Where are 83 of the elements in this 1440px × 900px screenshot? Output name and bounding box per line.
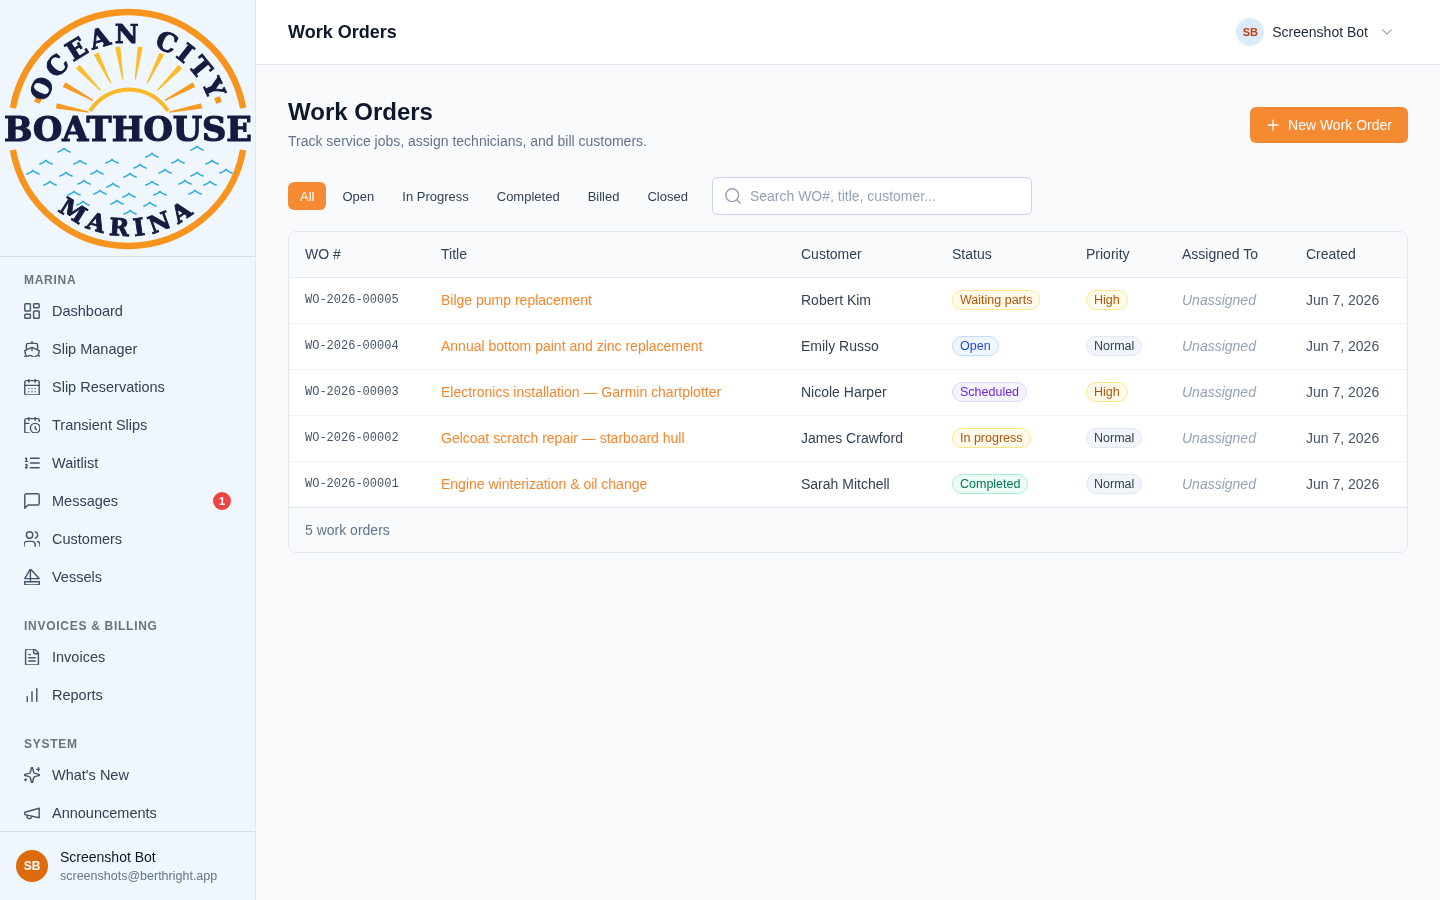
table-cell: Jun 7, 2026: [1290, 323, 1407, 369]
table-cell: Unassigned: [1166, 415, 1290, 461]
users-icon: [24, 531, 40, 547]
table-cell: WO-2026-00005: [289, 277, 425, 323]
table-cell: Nicole Harper: [785, 369, 936, 415]
user-name: Screenshot Bot: [60, 848, 157, 866]
column-header: WO #: [289, 232, 425, 277]
megaphone-icon: [24, 805, 40, 821]
table-cell: Unassigned: [1166, 277, 1290, 323]
nav-item[interactable]: Invoices: [0, 638, 255, 676]
column-header: Customer: [785, 232, 936, 277]
priority-badge: High: [1086, 290, 1128, 310]
section-heading: SYSTEM: [23, 736, 79, 753]
status-badge: Waiting parts: [952, 290, 1041, 310]
status-badge: Open: [952, 336, 999, 356]
sailboat-icon: [24, 569, 40, 585]
calendar-clock-icon: [24, 417, 40, 433]
priority-badge: Normal: [1086, 336, 1143, 356]
column-header: Priority: [1070, 232, 1166, 277]
table-cell: Unassigned: [1166, 369, 1290, 415]
table-cell: Jun 7, 2026: [1290, 369, 1407, 415]
filter-tab[interactable]: Open: [330, 182, 387, 210]
nav-item[interactable]: Announcements: [0, 794, 255, 831]
table-cell: Jun 7, 2026: [1290, 277, 1407, 323]
nav-item[interactable]: Messages 1: [0, 482, 255, 520]
nav-item[interactable]: Customers: [0, 520, 255, 558]
unread-count-badge: 1: [213, 492, 231, 510]
page-subtitle: Track service jobs, assign technicians, and bill customers.: [288, 132, 647, 151]
table-cell: Sarah Mitchell: [785, 461, 936, 507]
nav-item[interactable]: What's New: [0, 756, 255, 794]
record-count: 5 work orders: [305, 521, 390, 538]
numbered-list-icon: [24, 455, 40, 471]
nav-item[interactable]: Reports: [0, 676, 255, 714]
filter-tab[interactable]: Billed: [575, 182, 632, 210]
table-cell: Jun 7, 2026: [1290, 415, 1407, 461]
document-icon: [24, 649, 40, 665]
status-badge: Scheduled: [952, 382, 1028, 402]
table-cell: Jun 7, 2026: [1290, 461, 1407, 507]
table-cell: WO-2026-00002: [289, 415, 425, 461]
filter-tab[interactable]: Completed: [484, 182, 572, 210]
user-avatar: SB: [1236, 18, 1265, 46]
table-cell: Unassigned: [1166, 323, 1290, 369]
grid-icon: [24, 303, 40, 319]
section-heading: INVOICES & BILLING: [23, 618, 159, 635]
table-cell: Robert Kim: [785, 277, 936, 323]
table-cell: Unassigned: [1166, 461, 1290, 507]
status-badge: In progress: [952, 428, 1031, 448]
priority-badge: High: [1086, 382, 1128, 402]
table-cell: Emily Russo: [785, 323, 936, 369]
section-heading: MARINA: [23, 272, 78, 289]
column-header: Title: [425, 232, 785, 277]
priority-badge: Normal: [1086, 474, 1143, 494]
bar-chart-icon: [24, 687, 40, 703]
table-cell: James Crawford: [785, 415, 936, 461]
user-avatar: SB: [16, 850, 48, 882]
table-cell: WO-2026-00004: [289, 323, 425, 369]
nav-item[interactable]: Transient Slips: [0, 406, 255, 444]
top-bar-title: Work Orders: [288, 21, 397, 43]
table-cell: WO-2026-00003: [289, 369, 425, 415]
nav-item[interactable]: Vessels: [0, 558, 255, 596]
search-field[interactable]: Search WO#, title, customer...: [711, 177, 1032, 215]
logo-text: BOATHOUSE: [4, 109, 255, 149]
calendar-icon: [24, 379, 40, 395]
nav-item[interactable]: Slip Manager: [0, 330, 255, 368]
nav-item[interactable]: Dashboard: [0, 292, 255, 330]
nav-item[interactable]: Waitlist: [0, 444, 255, 482]
plus-icon: [1266, 118, 1280, 132]
ship-icon: [24, 341, 40, 357]
nav-item[interactable]: Slip Reservations: [0, 368, 255, 406]
sparkles-icon: [24, 767, 40, 783]
search-icon: [724, 188, 741, 204]
column-header: Status: [936, 232, 1070, 277]
table-cell: WO-2026-00001: [289, 461, 425, 507]
user-email: screenshots@berthright.app: [60, 867, 218, 884]
filter-tab[interactable]: In Progress: [390, 182, 481, 210]
priority-badge: Normal: [1086, 428, 1143, 448]
chat-bubble-icon: [24, 493, 40, 509]
column-header: Created: [1290, 232, 1407, 277]
column-header: Assigned To: [1166, 232, 1290, 277]
page-title: Work Orders: [288, 97, 434, 127]
status-badge: Completed: [952, 474, 1029, 494]
user-menu-button[interactable]: SB Screenshot Bot: [1230, 14, 1400, 50]
filter-tab[interactable]: Closed: [635, 182, 700, 210]
